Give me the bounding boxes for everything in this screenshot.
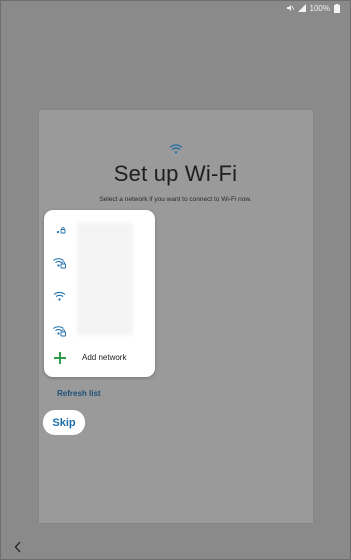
add-network-button[interactable]: Add network: [44, 350, 155, 370]
status-bar: 100%: [1, 1, 350, 15]
add-network-label: Add network: [82, 353, 127, 362]
wifi-icon: [169, 141, 183, 159]
battery-text: 100%: [309, 3, 330, 13]
plus-icon: [54, 352, 66, 364]
wifi-locked-icon: [53, 256, 67, 274]
wifi-icon: [53, 290, 67, 308]
mute-icon: [286, 4, 294, 12]
skip-button[interactable]: Skip: [43, 410, 85, 435]
chevron-left-icon: [14, 541, 22, 556]
battery-icon: [334, 3, 340, 13]
wifi-locked-icon: [53, 222, 67, 240]
blurred-network-names: [77, 223, 133, 335]
refresh-list-link[interactable]: Refresh list: [57, 389, 101, 398]
back-button[interactable]: [11, 541, 25, 555]
page-subtitle: Select a network if you want to connect …: [99, 196, 252, 203]
wifi-locked-icon: [53, 324, 67, 342]
signal-icon: [297, 4, 306, 12]
page-title: Set up Wi-Fi: [113, 161, 238, 186]
